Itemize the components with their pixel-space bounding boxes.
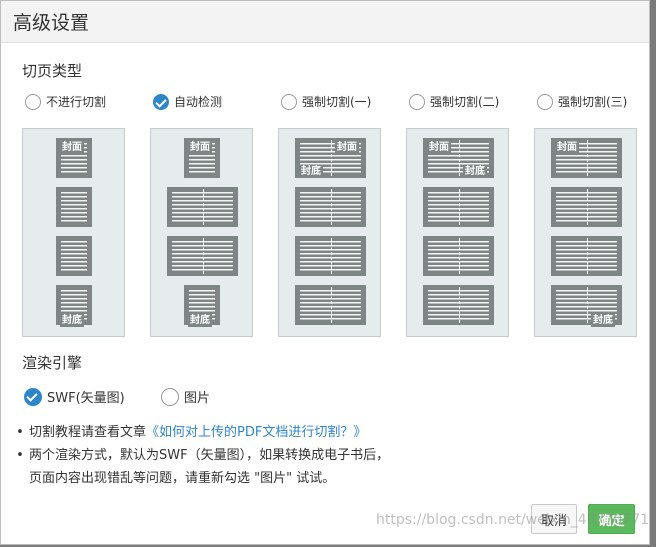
tutorial-link[interactable]: 《如何对上传的PDF文档进行切割？》 [146,425,366,440]
cover-label: 封面 [60,141,84,154]
radio-unchecked-icon [161,387,179,406]
spread-thumbnail-icon [295,285,366,325]
radio-label: 强制切割(二) [430,95,500,109]
radio-checked-icon [24,387,42,406]
preview-force-3[interactable]: 封面 封底 [534,128,637,337]
bullet-dot: • [16,448,24,463]
page-thumbnail-icon [56,187,92,227]
radio-label: SWF(矢量图) [47,391,125,406]
radio-label: 图片 [184,391,211,406]
spread-thumbnail-icon [295,187,366,227]
paging-option-force-3[interactable]: 强制切割(三) [537,93,627,110]
paging-option-force-2[interactable]: 强制切割(二) [409,93,499,110]
radio-unchecked-icon [25,93,41,110]
spread-thumbnail-icon [167,187,238,227]
spread-thumbnail-icon [167,236,238,276]
render-engine-title: 渲染引擎 [22,354,83,372]
spread-thumbnail-icon [423,236,494,276]
spread-thumbnail-icon [423,285,494,325]
preview-no-split[interactable]: 封面 封底 [22,128,125,337]
render-option-swf[interactable]: SWF(矢量图) [24,387,125,406]
note-text: 切割教程请查看文章 [29,425,147,440]
note-text: 页面内容出现错乱等问题，请重新勾选 "图片" 试试。 [29,471,336,486]
preview-force-1[interactable]: 封面 封底 [278,128,381,337]
cover-label: 封面 [335,141,359,154]
back-cover-label: 封底 [188,314,212,327]
dialog-titlebar: 高级设置 [1,1,649,43]
help-notes: • 切割教程请查看文章《如何对上传的PDF文档进行切割？》 • 两个渲染方式，默… [16,421,390,490]
radio-label: 强制切割(一) [302,95,372,109]
dialog-title: 高级设置 [13,12,90,34]
spread-thumbnail-icon [551,236,622,276]
note-item: • 两个渲染方式，默认为SWF（矢量图），如果转换成电子书后， [16,444,390,467]
radio-label: 自动检测 [174,95,223,109]
cover-label: 封面 [188,141,212,154]
radio-checked-icon [153,93,169,110]
radio-unchecked-icon [537,93,553,110]
spread-thumbnail-icon [423,187,494,227]
cover-label: 封面 [555,141,579,154]
radio-label: 不进行切割 [46,95,107,109]
paging-option-no-split[interactable]: 不进行切割 [25,93,106,110]
note-item: • 切割教程请查看文章《如何对上传的PDF文档进行切割？》 [16,421,389,444]
page-thumbnail-icon [56,236,92,276]
preview-force-2[interactable]: 封面 封底 [406,128,509,337]
radio-label: 强制切割(三) [558,95,628,109]
preview-auto-detect[interactable]: 封面 封底 [150,128,253,337]
radio-unchecked-icon [281,93,297,110]
paging-type-title: 切页类型 [22,62,83,80]
bullet-dot: • [16,425,24,440]
spread-thumbnail-icon [295,236,366,276]
watermark-text: https://blog.csdn.net/weixin_43770771 [376,512,650,528]
back-cover-label: 封底 [299,165,323,178]
paging-option-auto-detect[interactable]: 自动检测 [153,93,222,110]
note-text: 两个渲染方式，默认为SWF（矢量图），如果转换成电子书后， [29,448,390,463]
radio-unchecked-icon [409,93,425,110]
paging-option-force-1[interactable]: 强制切割(一) [281,93,371,110]
spread-thumbnail-icon [551,187,622,227]
note-item: 页面内容出现错乱等问题，请重新勾选 "图片" 试试。 [29,467,389,490]
cover-label: 封面 [427,141,451,154]
back-cover-label: 封底 [463,165,487,178]
back-cover-label: 封底 [60,314,84,327]
advanced-settings-dialog: 高级设置 切页类型 不进行切割 自动检测 强制切割(一) 强制切割(二) 强制切… [0,0,650,545]
paging-type-options: 不进行切割 自动检测 强制切割(一) 强制切割(二) 强制切割(三) [1,93,651,113]
back-cover-label: 封底 [591,314,615,327]
render-option-image[interactable]: 图片 [161,387,210,406]
